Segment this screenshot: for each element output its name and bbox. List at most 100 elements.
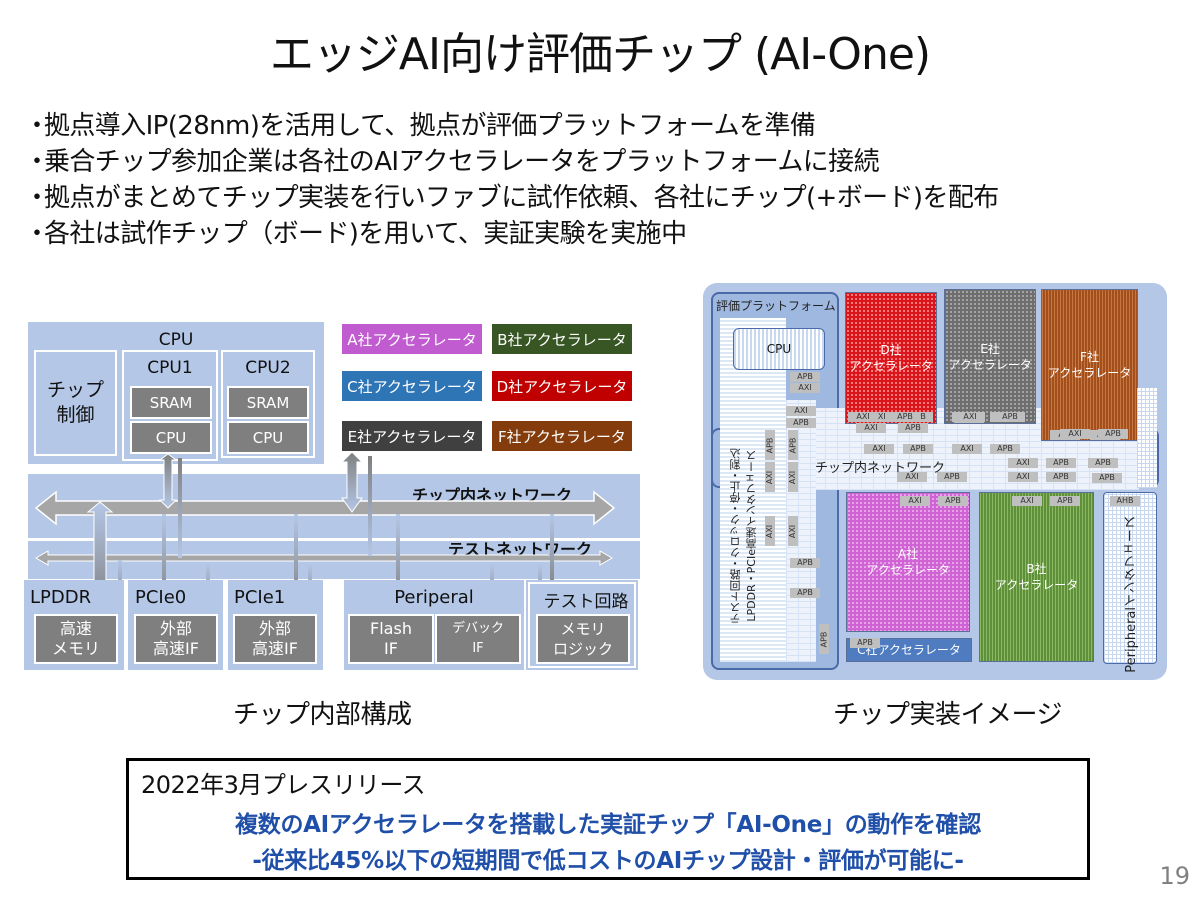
bus-tag-vertical: APB [788, 430, 798, 460]
chip-network-arrow [34, 490, 616, 526]
bus-tag: APB [790, 588, 820, 598]
bus-tag: AXI [1008, 472, 1038, 482]
bus-tag: AXI [952, 444, 982, 454]
bus-tag-vertical: AXI [788, 516, 798, 546]
left-io-label-1: テスト回路・クロック・停止・割込 [729, 448, 742, 624]
bus-tag-vertical: AXI [765, 462, 775, 492]
accel-bus-arrow [340, 451, 364, 513]
accelerator-b: B社アクセラレータ [492, 324, 632, 354]
bus-tag: APB [786, 418, 816, 428]
press-release-headline: 複数のAIアクセラレータを搭載した実証チップ「AI-One」の動作を確認 [235, 812, 981, 838]
bullet-text: 拠点がまとめてチップ実装を行いファブに試作依頼、各社にチップ(+ボード)を配布 [44, 183, 999, 213]
bus-tag-text: APB [819, 631, 829, 647]
bus-tag: AXI [864, 444, 894, 454]
bullet-text: 乗合チップ参加企業は各社のAIアクセラレータをプラットフォームに接続 [44, 147, 880, 177]
cpu-bus-arrow [158, 453, 178, 509]
bus-tag: AXI [786, 406, 816, 416]
bus-tag-text: AXI [788, 470, 798, 484]
bus-tag: APB [938, 496, 968, 506]
debug-if: デバック IF [435, 614, 521, 664]
press-release-box: 2022年3月プレスリリース 複数のAIアクセラレータを搭載した実証チップ「AI… [126, 758, 1090, 880]
bus-tag: APB [790, 372, 820, 382]
bus-tag: AXI [1060, 429, 1090, 439]
bus-tag-text: APB [788, 437, 798, 453]
bus-tag: APB [990, 444, 1020, 454]
cpu2-sram: SRAM [227, 386, 309, 419]
bullet-text: 拠点導入IP(28nm)を活用して、拠点が評価プラットフォームを準備 [44, 111, 816, 141]
bus-tag: APB [1050, 496, 1080, 506]
lpddr-memory: 高速 メモリ [34, 614, 118, 664]
bullet-marker: ・ [24, 219, 50, 249]
bus-tag: AXI [955, 412, 985, 422]
bullet-text: 各社は試作チップ（ボード)を用いて、実証実験を実施中 [44, 219, 687, 249]
bus-tag-vertical: APB [765, 430, 775, 460]
bullet-item: ・乗合チップ参加企業は各社のAIアクセラレータをプラットフォームに接続 [24, 144, 999, 180]
accelerator-a: A社アクセラレータ [342, 324, 482, 354]
bus-tag: APB [1046, 458, 1076, 468]
left-io-label-2: LPDDR・PCIe高速インタフェース [745, 450, 758, 622]
floorplan-block-f: F社 アクセラレータ [1041, 289, 1138, 441]
peripheral-label: Periperal [394, 587, 474, 608]
bullet-list: ・拠点導入IP(28nm)を活用して、拠点が評価プラットフォームを準備 ・乗合チ… [24, 108, 999, 252]
bus-tag: AXI [900, 496, 930, 506]
bus-tag: APB [903, 444, 933, 454]
internal-diagram-caption: チップ内部構成 [233, 700, 412, 730]
cpu1-sram: SRAM [130, 386, 212, 419]
press-release-heading: 2022年3月プレスリリース [141, 771, 426, 799]
bus-tag: APB [790, 558, 820, 568]
accelerator-d: D社アクセラレータ [492, 371, 632, 401]
bus-tag-text: AXI [765, 470, 775, 484]
flash-if: Flash IF [348, 614, 434, 664]
floorplan-block-e: E社 アクセラレータ [944, 289, 1036, 424]
bus-tag: AXI [1008, 458, 1038, 468]
bus-tag: AXI [897, 472, 927, 482]
floorplan-cpu: CPU [733, 328, 825, 370]
bullet-marker: ・ [24, 111, 50, 141]
bullet-marker: ・ [24, 147, 50, 177]
bus-tag-vertical: APB [819, 624, 829, 654]
bus-tag: APB [1088, 458, 1118, 468]
bus-tag: AXI [848, 412, 878, 422]
bus-tag: APB [995, 412, 1025, 422]
accel-test-line [368, 456, 372, 556]
bus-tag: AXI [790, 383, 820, 393]
pcie0-label: PCIe0 [135, 587, 187, 608]
press-release-subheadline: -従来比45%以下の短期間で低コストのAIチップ設計・評価が可能に- [252, 848, 964, 874]
cpu-group-label: CPU [158, 330, 194, 350]
bus-tag-vertical: AXI [788, 462, 798, 492]
peripheral-if-label: Peripheralインタフェース [1124, 516, 1139, 673]
right-edge-grid [1137, 388, 1157, 488]
bus-tag: APB [937, 472, 967, 482]
bus-tag: AXI [1012, 496, 1042, 506]
bus-tag: AHB [1110, 496, 1140, 506]
pcie0-ext-if: 外部 高速IF [134, 614, 218, 664]
bus-tag-vertical: AXI [765, 516, 775, 546]
bus-tag-text: APB [765, 437, 775, 453]
bus-tag: AXI [856, 423, 886, 433]
bus-tag: APB [898, 423, 928, 433]
test-circuit-label: テスト回路 [543, 592, 629, 612]
bullet-marker: ・ [24, 183, 50, 213]
pcie1-ext-if: 外部 高速IF [233, 614, 317, 664]
bullet-item: ・拠点導入IP(28nm)を活用して、拠点が評価プラットフォームを準備 [24, 108, 999, 144]
floorplan-cpu-label: CPU [766, 342, 792, 356]
accelerator-c: C社アクセラレータ [342, 371, 482, 401]
pcie1-label: PCIe1 [234, 587, 286, 608]
cpu2-label: CPU2 [245, 358, 291, 378]
memory-logic: メモリ ロジック [536, 614, 630, 664]
bus-tag: APB [1098, 429, 1128, 439]
cpu-test-line [178, 458, 182, 558]
bus-tag: APB [850, 638, 880, 648]
bullet-item: ・拠点がまとめてチップ実装を行いファブに試作依頼、各社にチップ(+ボード)を配布 [24, 180, 999, 216]
floorplan-block-a: A社 アクセラレータ [846, 492, 970, 632]
bullet-item: ・各社は試作チップ（ボード)を用いて、実証実験を実施中 [24, 216, 999, 252]
floorplan-block-d: D社 アクセラレータ [845, 292, 937, 424]
bus-tag-text: AXI [788, 524, 798, 538]
platform-label: 評価プラットフォーム [716, 299, 836, 313]
lpddr-label: LPDDR [30, 587, 92, 608]
bus-tag: APB [1092, 473, 1122, 483]
bus-tag: APB [1046, 472, 1076, 482]
floorplan-block-b: B社 アクセラレータ [979, 492, 1094, 662]
bus-tag-text: AXI [765, 524, 775, 538]
floorplan-caption: チップ実装イメージ [833, 700, 1062, 730]
